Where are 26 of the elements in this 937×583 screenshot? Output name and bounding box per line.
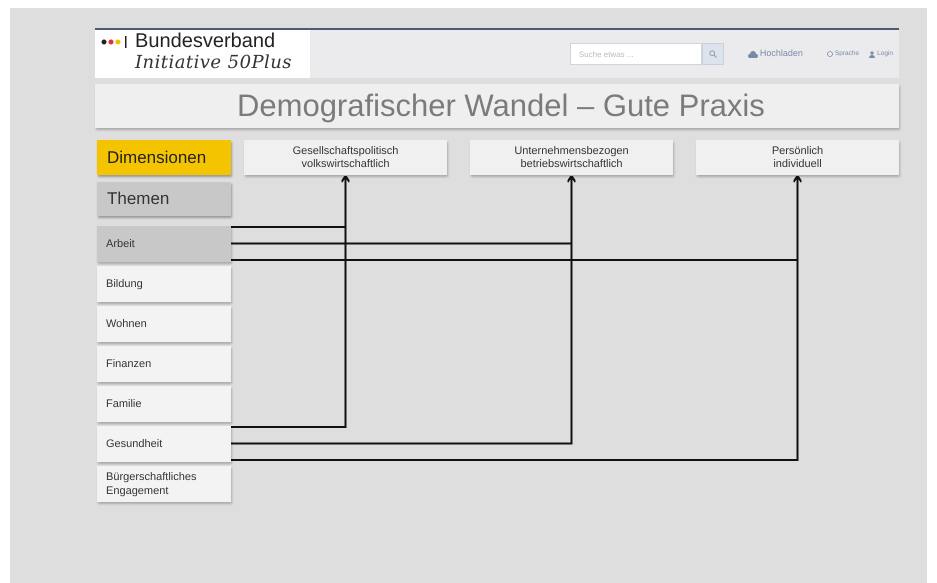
dimension-label: volkswirtschaftlich (301, 158, 390, 170)
search-field[interactable]: Suche etwas ... (570, 43, 702, 65)
theme-item[interactable]: Bildung (97, 266, 231, 302)
themes-button[interactable]: Themen (97, 182, 231, 216)
user-icon (869, 50, 876, 58)
logo[interactable]: Bundesverband Initiative 50Plus (95, 30, 310, 78)
page-title: Demografischer Wandel – Gute Praxis (237, 86, 765, 125)
theme-item[interactable]: Arbeit (97, 226, 231, 262)
theme-item[interactable]: Familie (97, 386, 231, 422)
dimension-label: individuell (773, 158, 822, 170)
cloud-icon (748, 50, 758, 58)
theme-item[interactable]: Gesundheit (97, 426, 231, 462)
theme-item[interactable]: Finanzen (97, 346, 231, 382)
logo-subtitle: Initiative 50Plus (135, 52, 292, 74)
search-icon (708, 50, 717, 58)
dots-logo-icon (101, 36, 129, 48)
theme-item[interactable]: Wohnen (97, 306, 231, 342)
dimension-label: Gesellschaftspolitisch (292, 144, 398, 158)
search-button[interactable] (702, 43, 724, 65)
globe-icon (826, 51, 833, 57)
theme-item[interactable]: Bürgerschaftliches Engagement (97, 466, 231, 502)
dimension-label: Unternehmensbezogen (514, 144, 629, 158)
dimensions-button[interactable]: Dimensionen (97, 140, 231, 175)
logo-title: Bundesverband (135, 30, 276, 52)
dimension-label: betriebswirtschaftlich (520, 158, 623, 170)
dimension-label: Persönlich (772, 144, 824, 158)
